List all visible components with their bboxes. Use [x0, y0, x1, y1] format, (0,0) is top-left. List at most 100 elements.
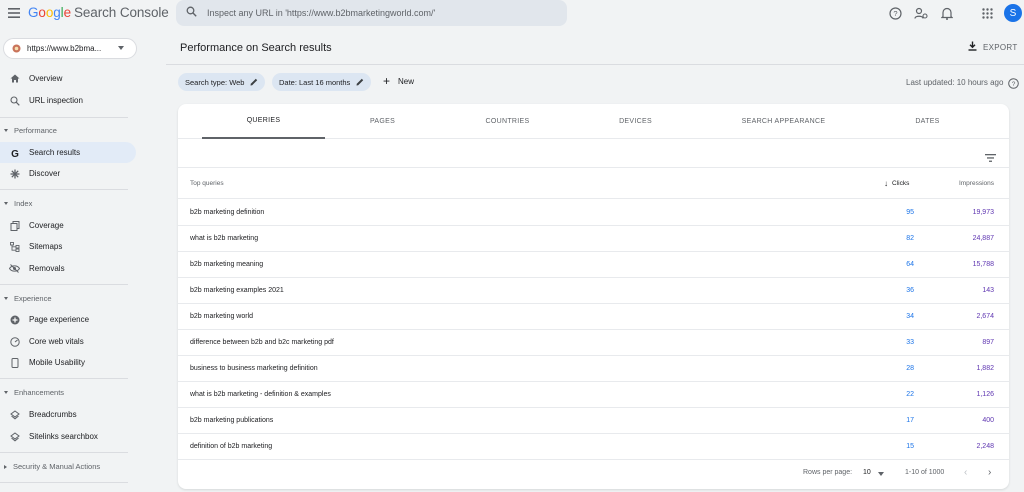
table-row[interactable]: b2b marketing world 34 2,674 [178, 304, 1009, 330]
sidebar-divider [0, 452, 128, 453]
column-header-query[interactable]: Top queries [190, 180, 224, 187]
table-row[interactable]: b2b marketing meaning 64 15,788 [178, 252, 1009, 278]
new-filter-button[interactable]: + New [383, 74, 414, 88]
sidebar-item-sitelinks-searchbox[interactable]: Sitelinks searchbox [0, 426, 136, 447]
table-row[interactable]: b2b marketing examples 2021 36 143 [178, 278, 1009, 304]
sidebar-section-security[interactable]: Security & Manual Actions [4, 462, 100, 471]
expand-icon [4, 464, 7, 469]
sitemap-icon [9, 241, 20, 252]
table-row[interactable]: what is b2b marketing 82 24,887 [178, 226, 1009, 252]
search-input[interactable]: Inspect any URL in 'https://www.b2bmarke… [207, 8, 435, 18]
help-icon[interactable]: ? [888, 6, 902, 20]
date-chip[interactable]: Date: Last 16 months [272, 73, 372, 91]
search-icon [186, 4, 197, 22]
sidebar-divider [0, 284, 128, 285]
sidebar-item-mobile-usability[interactable]: Mobile Usability [0, 352, 136, 373]
column-header-impressions[interactable]: Impressions [959, 180, 994, 187]
sidebar-divider [0, 189, 128, 190]
sidebar-item-url-inspection[interactable]: URL inspection [0, 90, 136, 111]
filter-list-icon[interactable] [985, 149, 996, 167]
chevron-right-icon[interactable]: › [988, 467, 991, 478]
last-updated-text: Last updated: 10 hours ago [906, 78, 1004, 87]
edit-icon [356, 78, 364, 86]
property-selector[interactable]: https://www.b2bma... [3, 38, 137, 59]
sidebar-item-removals[interactable]: Removals [0, 258, 136, 279]
add-circle-icon [9, 314, 20, 325]
property-label: https://www.b2bma... [27, 44, 102, 53]
svg-text:?: ? [893, 9, 897, 18]
sidebar-divider [0, 378, 128, 379]
tab-devices[interactable]: DEVICES [574, 104, 697, 139]
chevron-down-icon [118, 46, 124, 50]
sidebar-item-search-results[interactable]: G Search results [0, 142, 136, 163]
table-row[interactable]: difference between b2b and b2c marketing… [178, 330, 1009, 356]
svg-text:G: G [11, 149, 19, 158]
results-card: QUERIES PAGES COUNTRIES DEVICES SEARCH A… [178, 104, 1009, 489]
url-inspect-search[interactable]: Inspect any URL in 'https://www.b2bmarke… [176, 0, 567, 26]
sidebar-item-breadcrumbs[interactable]: Breadcrumbs [0, 404, 136, 425]
tab-pages[interactable]: PAGES [321, 104, 444, 139]
tab-countries[interactable]: COUNTRIES [446, 104, 569, 139]
sidebar-section-enhancements[interactable]: Enhancements [4, 388, 64, 397]
column-header-clicks[interactable]: ↓ Clicks [884, 179, 909, 188]
asterisk-icon [9, 168, 20, 179]
table-toolbar [178, 140, 1009, 168]
sidebar-item-coverage[interactable]: Coverage [0, 215, 136, 236]
download-icon [968, 41, 977, 53]
file-copy-icon [9, 220, 20, 231]
pagination: Rows per page: 10 1-10 of 1000 ‹ › [178, 459, 1009, 487]
sidebar-section-experience[interactable]: Experience [4, 294, 52, 303]
rows-per-page-select[interactable]: 10 [863, 469, 871, 476]
table-row[interactable]: b2b marketing definition 95 19,973 [178, 200, 1009, 226]
sort-down-arrow-icon: ↓ [884, 179, 888, 188]
sidebar-item-core-web-vitals[interactable]: Core web vitals [0, 331, 136, 352]
table-row[interactable]: b2b marketing publications 17 400 [178, 408, 1009, 434]
google-g-icon: G [9, 147, 20, 158]
sidebar-item-sitemaps[interactable]: Sitemaps [0, 236, 136, 257]
help-circle-icon[interactable]: ? [1008, 76, 1019, 94]
sidebar-item-overview[interactable]: Overview [0, 68, 136, 89]
speed-gauge-icon [9, 336, 20, 347]
table-row[interactable]: definition of b2b marketing 15 2,248 [178, 434, 1009, 460]
plus-icon: + [383, 74, 391, 88]
export-button[interactable]: EXPORT [968, 41, 1018, 53]
manage-users-icon[interactable] [914, 6, 928, 20]
notifications-icon[interactable] [940, 6, 954, 20]
chevron-left-icon[interactable]: ‹ [964, 467, 967, 478]
chevron-down-icon[interactable] [878, 472, 884, 476]
dimension-tabs: QUERIES PAGES COUNTRIES DEVICES SEARCH A… [178, 104, 1009, 139]
collapse-icon [4, 202, 8, 205]
layers-icon [9, 409, 20, 420]
sidebar-item-page-experience[interactable]: Page experience [0, 309, 136, 330]
menu-icon[interactable] [6, 5, 22, 21]
app-logo[interactable]: Google Search Console [28, 5, 169, 20]
sidebar: https://www.b2bma... Overview URL inspec… [0, 26, 146, 492]
svg-text:?: ? [1012, 81, 1016, 88]
search-icon [9, 95, 20, 106]
sidebar-item-discover[interactable]: Discover [0, 163, 136, 184]
edit-icon [250, 78, 258, 86]
rows-per-page-label: Rows per page: [803, 469, 853, 476]
sidebar-divider [0, 117, 128, 118]
apps-grid-icon[interactable] [980, 6, 994, 20]
table-row[interactable]: what is b2b marketing - definition & exa… [178, 382, 1009, 408]
table-row[interactable]: business to business marketing definitio… [178, 356, 1009, 382]
visibility-off-icon [9, 263, 20, 274]
top-bar: Google Search Console Inspect any URL in … [0, 0, 1024, 26]
tab-queries[interactable]: QUERIES [202, 104, 325, 139]
smartphone-icon [9, 357, 20, 368]
collapse-icon [4, 129, 8, 132]
page-title: Performance on Search results [180, 42, 332, 54]
app-title: Search Console [74, 5, 169, 20]
sidebar-section-index[interactable]: Index [4, 199, 32, 208]
search-type-chip[interactable]: Search type: Web [178, 73, 266, 91]
home-icon [9, 73, 20, 84]
site-favicon-icon [12, 40, 21, 58]
tab-dates[interactable]: DATES [866, 104, 989, 139]
sidebar-divider [0, 482, 128, 483]
avatar[interactable]: S [1004, 4, 1022, 22]
pagination-range: 1-10 of 1000 [905, 469, 945, 476]
tab-search-appearance[interactable]: SEARCH APPEARANCE [722, 104, 845, 139]
sidebar-section-performance[interactable]: Performance [4, 126, 57, 135]
layers-icon [9, 431, 20, 442]
